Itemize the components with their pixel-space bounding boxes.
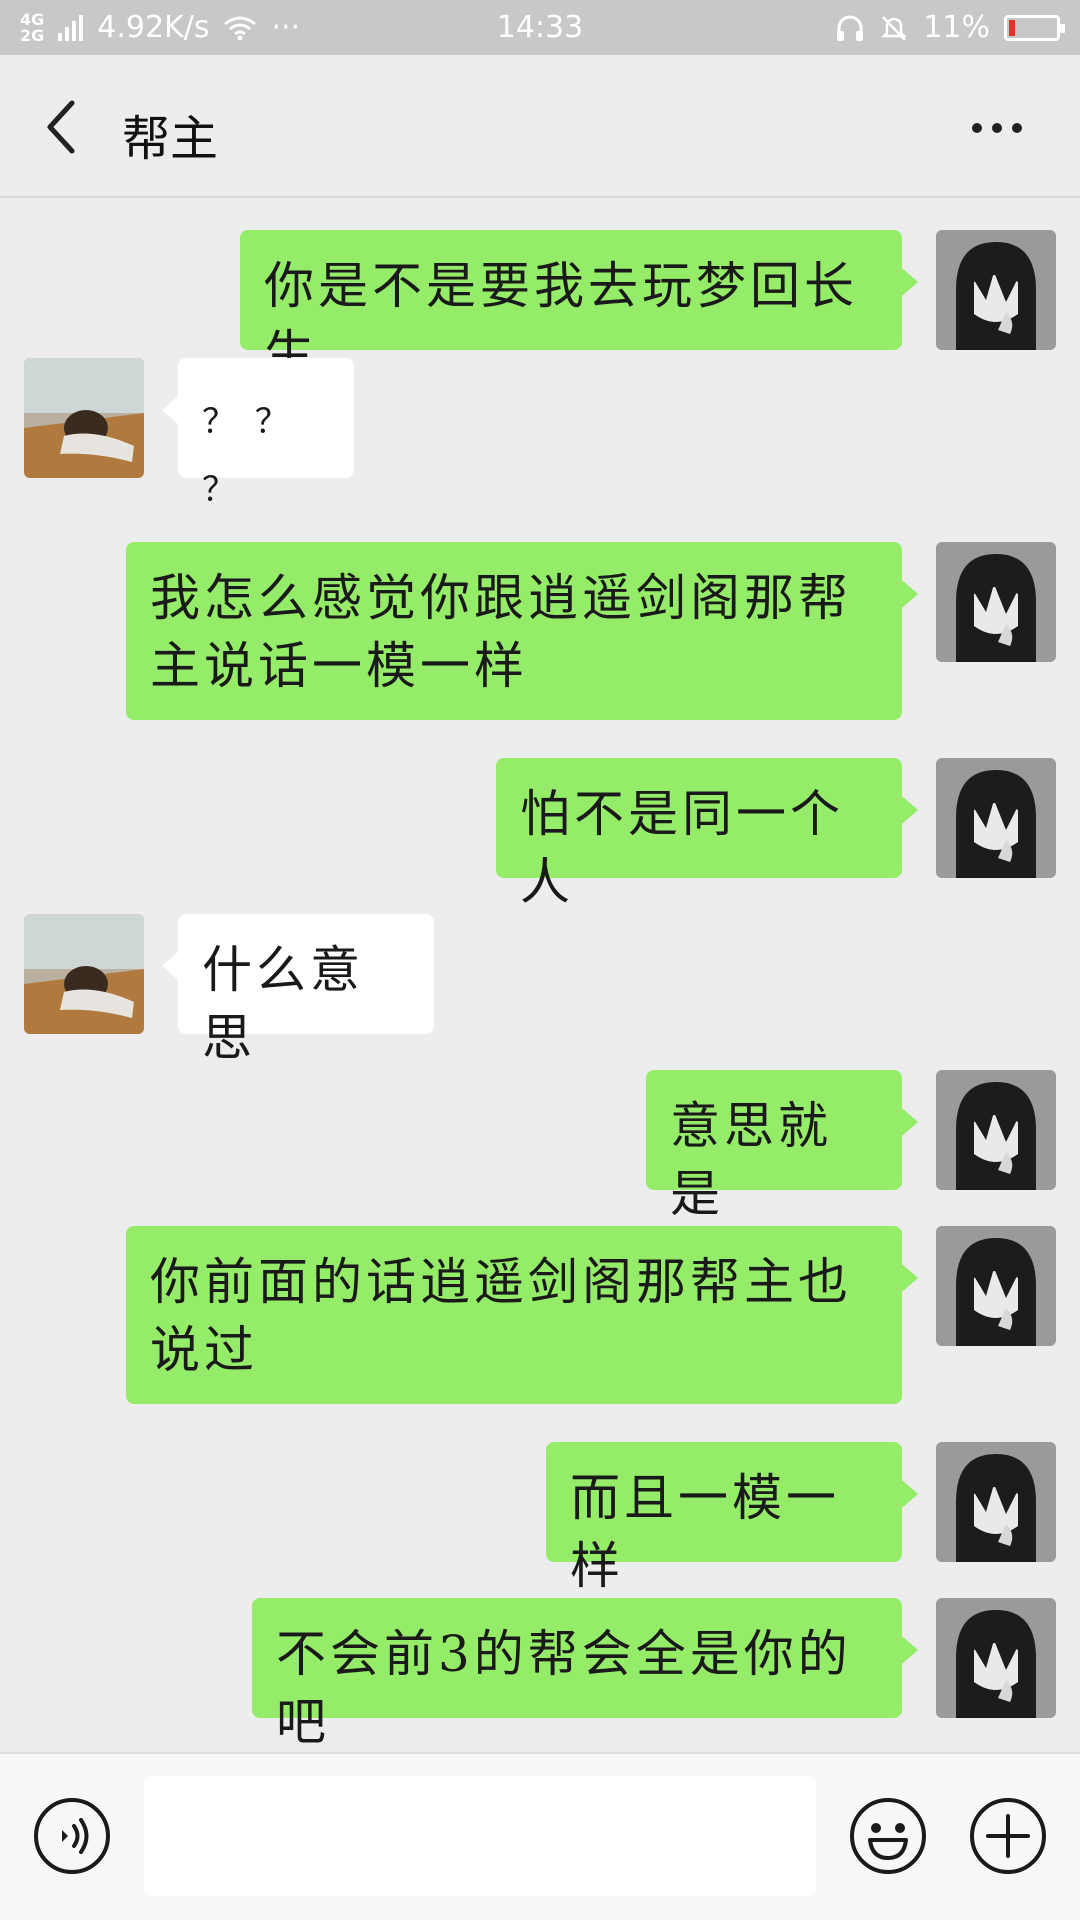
message-text: 不会前3的帮会全是你的吧	[276, 1625, 852, 1751]
message-bubble[interactable]: 什么意思	[162, 914, 434, 1067]
message-row: 意思就是	[0, 1070, 1080, 1223]
message-text: ？ ？ ？	[202, 402, 293, 510]
input-bar	[0, 1752, 1080, 1920]
avatar-image	[936, 542, 1056, 662]
chat-title: 帮主	[122, 111, 219, 167]
voice-icon	[34, 1798, 110, 1874]
battery-level	[1009, 19, 1015, 36]
my-avatar[interactable]	[936, 1070, 1056, 1190]
my-avatar[interactable]	[936, 1226, 1056, 1346]
message-bubble[interactable]: 怕不是同一个人	[496, 758, 918, 911]
status-left: 4G 2G 4.92K/s ···	[20, 10, 300, 45]
chat-header: 帮主	[0, 55, 1080, 198]
avatar-image	[24, 358, 144, 478]
status-time: 14:33	[496, 10, 584, 45]
emoji-button[interactable]	[848, 1796, 928, 1876]
message-row: 怕不是同一个人	[0, 758, 1080, 911]
contact-avatar[interactable]	[24, 358, 144, 478]
avatar-image	[936, 1442, 1056, 1562]
message-text: 而且一模一样	[570, 1469, 840, 1595]
my-avatar[interactable]	[936, 758, 1056, 878]
message-text: 怕不是同一个人	[520, 785, 844, 911]
chevron-left-icon	[47, 100, 75, 154]
more-button[interactable]	[972, 113, 1032, 143]
avatar-image	[936, 1226, 1056, 1346]
network-type: 4G 2G	[20, 11, 45, 45]
contact-avatar[interactable]	[24, 914, 144, 1034]
message-row: ？ ？ ？	[0, 358, 1080, 510]
message-text: 我怎么感觉你跟逍遥剑阁那帮主说话一模一样	[150, 569, 852, 695]
network-type-bottom: 2G	[20, 25, 45, 45]
plus-icon	[970, 1798, 1046, 1874]
message-bubble[interactable]: ？ ？ ？	[162, 358, 354, 510]
back-button[interactable]	[38, 97, 88, 157]
my-avatar[interactable]	[936, 230, 1056, 350]
dot	[1012, 123, 1022, 133]
battery-icon	[1004, 14, 1065, 41]
avatar-image	[936, 230, 1056, 350]
message-input[interactable]	[144, 1776, 816, 1896]
message-bubble[interactable]: 不会前3的帮会全是你的吧	[252, 1598, 918, 1751]
voice-button[interactable]	[32, 1796, 112, 1876]
message-list[interactable]: 你是不是要我去玩梦回长生 ？ ？ ？ 我怎么感觉你跟逍遥剑阁那帮主说话一模一样 …	[0, 200, 1080, 1751]
message-bubble[interactable]: 而且一模一样	[546, 1442, 918, 1595]
avatar-image	[936, 758, 1056, 878]
network-speed: 4.92K/s	[97, 10, 210, 45]
signal-icon	[58, 14, 84, 41]
avatar-image	[24, 914, 144, 1034]
message-bubble[interactable]: 你前面的话逍遥剑阁那帮主也说过	[126, 1226, 918, 1404]
headphones-icon	[837, 15, 864, 41]
avatar-image	[936, 1598, 1056, 1718]
avatar-image	[936, 1070, 1056, 1190]
message-row: 你是不是要我去玩梦回长生	[0, 200, 1080, 383]
my-avatar[interactable]	[936, 542, 1056, 662]
wifi-icon	[224, 16, 257, 40]
message-row: 你前面的话逍遥剑阁那帮主也说过	[0, 1226, 1080, 1406]
more-status-icon: ···	[271, 10, 301, 45]
message-bubble[interactable]: 意思就是	[646, 1070, 918, 1223]
message-text: 什么意思	[202, 941, 364, 1067]
message-bubble[interactable]: 你是不是要我去玩梦回长生	[240, 230, 918, 383]
dot	[992, 123, 1002, 133]
status-bar: 4G 2G 4.92K/s ··· 14:33 11%	[0, 0, 1080, 55]
battery-percent: 11%	[923, 10, 990, 45]
dot	[972, 123, 982, 133]
status-right: 11%	[835, 10, 1065, 45]
message-text: 你前面的话逍遥剑阁那帮主也说过	[150, 1253, 852, 1379]
message-row: 而且一模一样	[0, 1442, 1080, 1595]
message-text: 意思就是	[670, 1097, 832, 1223]
emoji-icon	[850, 1798, 926, 1874]
my-avatar[interactable]	[936, 1442, 1056, 1562]
my-avatar[interactable]	[936, 1598, 1056, 1718]
plus-button[interactable]	[968, 1796, 1048, 1876]
message-bubble[interactable]: 我怎么感觉你跟逍遥剑阁那帮主说话一模一样	[126, 542, 918, 720]
message-row: 不会前3的帮会全是你的吧	[0, 1598, 1080, 1751]
message-row: 我怎么感觉你跟逍遥剑阁那帮主说话一模一样	[0, 542, 1080, 722]
bell-muted-icon	[881, 15, 908, 41]
message-row: 什么意思	[0, 914, 1080, 1067]
